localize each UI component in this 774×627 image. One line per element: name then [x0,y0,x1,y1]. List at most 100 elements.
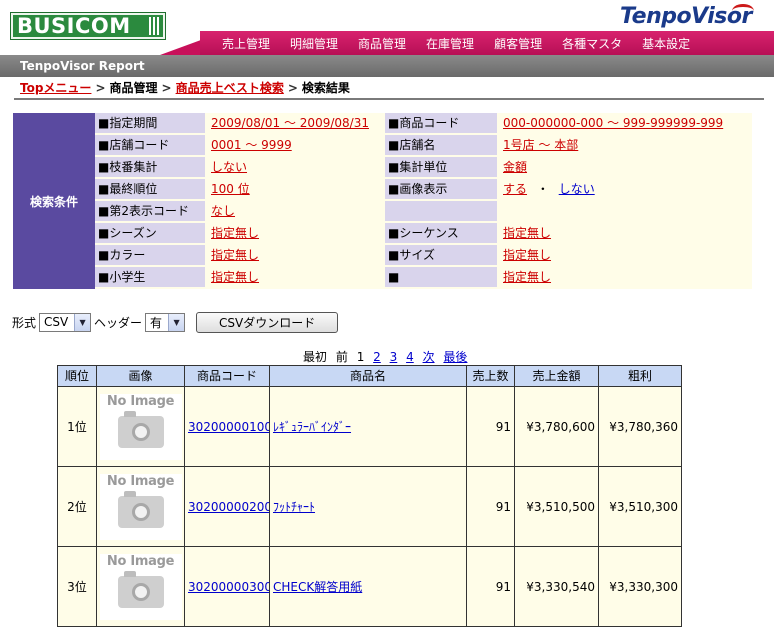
image-display-no-link[interactable]: しない [559,182,595,196]
condition-value-link[interactable]: 指定無し [211,226,259,240]
breadcrumb-section: 商品管理 [109,81,158,95]
no-image-label: No Image [106,473,175,489]
camera-icon [117,410,164,448]
nav-details[interactable]: 明細管理 [290,35,338,52]
breadcrumb-separator: > [95,81,106,95]
image-cell: No Image [96,467,185,547]
condition-label: ■シーズン [95,223,205,245]
report-title-bar: TenpoVisor Report [0,55,774,77]
table-header-row: 順位 画像 商品コード 商品名 売上数 売上金額 粗利 [57,365,682,387]
condition-value-link[interactable]: 指定無し [211,270,259,284]
breadcrumb-current: 検索結果 [301,81,350,95]
pager-page-link[interactable]: 2 [373,350,381,364]
condition-row: ■シーズン 指定無し ■シーケンス 指定無し [95,223,752,245]
pager-last-link[interactable]: 最後 [443,350,467,364]
condition-label: ■シーケンス [385,223,497,245]
logo-stripes-icon [149,17,159,35]
option-separator: ・ [536,182,549,196]
condition-value-link[interactable]: 1号店 ～ 本部 [503,138,578,152]
nav-masters[interactable]: 各種マスタ [562,35,622,52]
condition-value-link[interactable]: 0001 ～ 9999 [211,138,292,152]
breadcrumb-separator: > [161,81,172,95]
name-cell: CHECK解答用紙 [269,547,467,627]
nav-sales[interactable]: 売上管理 [222,35,270,52]
condition-label: ■集計単位 [385,157,497,179]
name-cell: ﾌｯﾄﾁｬｰﾄ [269,467,467,547]
product-name-link[interactable]: CHECK解答用紙 [273,578,362,595]
pagination: 最初 前 1 2 3 4 次 最後 [303,348,472,365]
search-conditions-panel: 検索条件 ■指定期間 2009/08/01 ～ 2009/08/31 ■商品コー… [13,113,752,289]
condition-row: ■枝番集計 しない ■集計単位 金額 [95,157,752,179]
column-header: 順位 [57,365,97,387]
condition-label-empty [385,201,497,223]
main-nav: 売上管理 明細管理 商品管理 在庫管理 顧客管理 各種マスタ 基本設定 [200,31,774,55]
header-label: ヘッダー [94,315,143,330]
product-code-link[interactable]: 302000002000 [188,500,280,514]
pager-page-link[interactable]: 3 [390,350,398,364]
product-code-link[interactable]: 302000001000 [188,420,280,434]
column-header: 粗利 [598,365,682,387]
nav-inventory[interactable]: 在庫管理 [426,35,474,52]
condition-row: ■カラー 指定無し ■サイズ 指定無し [95,245,752,267]
condition-row: ■小学生 指定無し ■ 指定無し [95,267,752,289]
breadcrumb-top-link[interactable]: Topメニュー [20,81,91,95]
condition-value-link[interactable]: しない [211,160,247,174]
breadcrumb-divider [14,98,764,100]
no-image-placeholder: No Image [99,393,182,460]
format-select[interactable]: CSV ▼ [39,312,92,332]
camera-icon [117,570,164,608]
pager-next-link[interactable]: 次 [423,350,435,364]
condition-value-link[interactable]: 指定無し [211,248,259,262]
breadcrumb-page-link[interactable]: 商品売上ベスト検索 [176,81,284,95]
condition-value-link[interactable]: 100 位 [211,182,250,196]
image-cell: No Image [96,387,185,467]
condition-label: ■カラー [95,245,205,267]
condition-value-link[interactable]: 000-000000-000 ～ 999-999999-999 [503,116,723,130]
chevron-down-icon: ▼ [74,313,91,331]
busicom-logo: BUSICOM [10,12,166,40]
nav-customers[interactable]: 顧客管理 [494,35,542,52]
column-header: 売上数 [466,365,515,387]
nav-products[interactable]: 商品管理 [358,35,406,52]
condition-value-link[interactable]: 2009/08/01 ～ 2009/08/31 [211,116,369,130]
no-image-label: No Image [106,553,175,569]
app-header: BUSICOM TenpoVisor 売上管理 明細管理 商品管理 在庫管理 顧… [0,0,774,55]
condition-value-empty [497,201,752,223]
csv-download-button[interactable]: CSVダウンロード [196,311,339,333]
column-header: 画像 [96,365,185,387]
no-image-placeholder: No Image [99,553,182,620]
code-cell: 302000003000 [184,547,280,627]
quantity-cell: 91 [466,387,515,467]
column-header: 売上金額 [514,365,599,387]
image-cell: No Image [96,547,185,627]
product-code-link[interactable]: 302000003000 [188,580,280,594]
no-image-placeholder: No Image [99,473,182,540]
image-display-yes-link[interactable]: する [503,182,527,196]
condition-value-link[interactable]: 指定無し [503,270,551,284]
header-select[interactable]: 有 ▼ [145,312,186,332]
condition-value-link[interactable]: なし [211,204,235,218]
profit-cell: ¥3,330,300 [598,547,682,627]
condition-value-link[interactable]: 指定無し [503,248,551,262]
chevron-down-icon: ▼ [168,313,185,331]
pager-page-link[interactable]: 4 [406,350,414,364]
rank-cell: 1位 [57,387,97,467]
pager-current-page: 1 [356,350,365,364]
condition-row: ■最終順位 100 位 ■画像表示 する ・ しない [95,179,752,201]
camera-icon [117,490,164,528]
profit-cell: ¥3,510,300 [598,467,682,547]
product-name-link[interactable]: ﾚｷﾞｭﾗｰﾊﾞｲﾝﾀﾞｰ [273,418,351,435]
product-name-link[interactable]: ﾌｯﾄﾁｬｰﾄ [273,498,315,515]
nav-settings[interactable]: 基本設定 [642,35,690,52]
sales-cell: ¥3,780,600 [514,387,599,467]
pager-prev: 前 [335,350,348,364]
logo-swoosh-icon [732,4,754,18]
condition-label: ■商品コード [385,113,497,135]
condition-value-link[interactable]: 金額 [503,160,527,174]
code-cell: 302000001000 [184,387,280,467]
condition-label: ■指定期間 [95,113,205,135]
header-select-value: 有 [150,315,163,330]
condition-row: ■第2表示コード なし [95,201,752,223]
condition-value-link[interactable]: 指定無し [503,226,551,240]
condition-label: ■小学生 [95,267,205,289]
